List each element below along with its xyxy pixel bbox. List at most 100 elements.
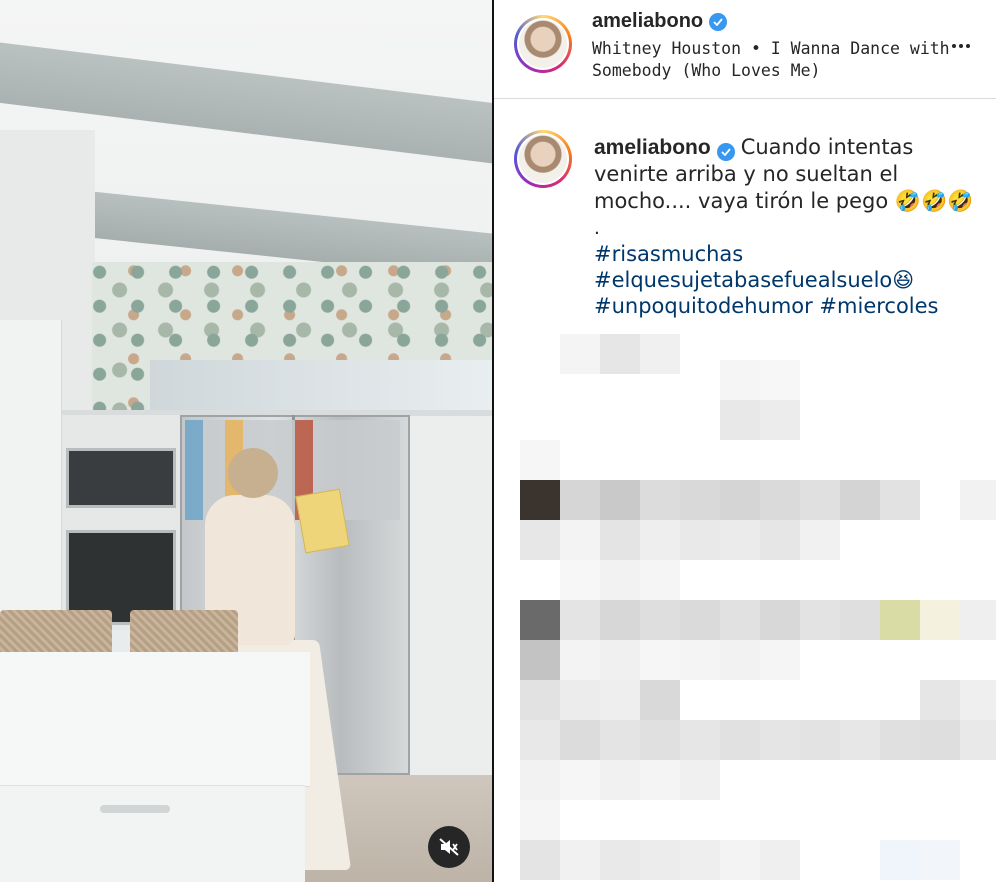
- pixelated-comment-block: [760, 720, 800, 760]
- pixelated-comment-block: [640, 760, 680, 800]
- video-frame-cabinet: [0, 320, 62, 620]
- pixelated-comment-block: [760, 480, 800, 520]
- pixelated-comment-block: [720, 840, 760, 880]
- pixelated-comment-block: [520, 600, 560, 640]
- pixelated-comment-block: [640, 480, 680, 520]
- pixelated-comment-block: [600, 760, 640, 800]
- pixelated-comment-block: [520, 640, 560, 680]
- hashtag-link[interactable]: #risasmuchas: [594, 241, 974, 267]
- more-options-icon: [952, 44, 956, 48]
- pixelated-comment-block: [640, 334, 680, 374]
- pixelated-comment-block: [720, 720, 760, 760]
- hashtag-link[interactable]: #unpoquitodehumor #miercoles: [594, 293, 974, 319]
- pixelated-comment-block: [520, 760, 560, 800]
- pixelated-comment-block: [560, 760, 600, 800]
- pixelated-comment-block: [760, 640, 800, 680]
- pixelated-comment-block: [880, 720, 920, 760]
- pixelated-comment-block: [680, 760, 720, 800]
- pixelated-comment-block: [880, 600, 920, 640]
- pixelated-comment-block: [880, 480, 920, 520]
- video-player[interactable]: [0, 0, 493, 882]
- pixelated-comments: [494, 330, 996, 882]
- pixelated-comment-block: [520, 720, 560, 760]
- video-frame-window: [150, 360, 493, 412]
- pixelated-comment-block: [800, 480, 840, 520]
- video-frame-cabinet-right: [410, 416, 493, 776]
- pixelated-comment-block: [760, 360, 800, 400]
- pixelated-comment-block: [680, 600, 720, 640]
- pixelated-comment-block: [920, 840, 960, 880]
- more-options-button[interactable]: [946, 34, 976, 58]
- header-user: ameliabono: [592, 10, 728, 33]
- pixelated-comment-block: [960, 600, 996, 640]
- avatar[interactable]: [514, 15, 572, 73]
- caption-text-block: ameliabono Cuando intentas venirte arriba…: [594, 134, 974, 319]
- pixelated-comment-block: [920, 600, 960, 640]
- pixelated-comment-block: [720, 400, 760, 440]
- pixelated-comment-block: [560, 480, 600, 520]
- pixelated-comment-block: [720, 360, 760, 400]
- pixelated-comment-block: [520, 800, 560, 840]
- pixelated-comment-block: [720, 480, 760, 520]
- pixelated-comment-block: [960, 480, 996, 520]
- pixelated-comment-block: [680, 720, 720, 760]
- pixelated-comment-block: [680, 480, 720, 520]
- pixelated-comment-block: [560, 640, 600, 680]
- video-frame-microwave: [66, 448, 176, 508]
- pixelated-comment-block: [600, 840, 640, 880]
- pixelated-comment-block: [800, 720, 840, 760]
- pixelated-comment-block: [640, 720, 680, 760]
- pixelated-comment-block: [520, 680, 560, 720]
- pixelated-comment-block: [600, 560, 640, 600]
- pixelated-comment-block: [680, 840, 720, 880]
- pixelated-comment-block: [920, 680, 960, 720]
- pixelated-comment-block: [720, 520, 760, 560]
- music-link[interactable]: Whitney Houston • I Wanna Dance with Som…: [592, 38, 952, 82]
- pixelated-comment-block: [640, 680, 680, 720]
- pixelated-comment-block: [560, 840, 600, 880]
- verified-badge-icon: [716, 143, 735, 161]
- post-panel: ameliabono Whitney Houston • I Wanna Dan…: [494, 0, 996, 882]
- pixelated-comment-block: [960, 680, 996, 720]
- username-link[interactable]: ameliabono: [592, 10, 703, 33]
- pixelated-comment-block: [600, 334, 640, 374]
- caption-separator: .: [594, 216, 600, 239]
- pixelated-comment-block: [840, 720, 880, 760]
- post-header: ameliabono Whitney Houston • I Wanna Dan…: [494, 0, 996, 99]
- pixelated-comment-block: [800, 520, 840, 560]
- video-frame-island: [0, 785, 305, 882]
- pixelated-comment-block: [720, 600, 760, 640]
- pixelated-comment-block: [520, 520, 560, 560]
- pixelated-comment-block: [880, 840, 920, 880]
- pixelated-comment-block: [760, 400, 800, 440]
- hashtag-link[interactable]: #elquesujetabasefuealsuelo😆: [594, 267, 974, 293]
- pixelated-comment-block: [840, 480, 880, 520]
- pixelated-comment-block: [760, 600, 800, 640]
- mute-button[interactable]: [428, 826, 470, 868]
- pixelated-comment-block: [840, 600, 880, 640]
- pixelated-comment-block: [600, 640, 640, 680]
- pixelated-comment-block: [760, 840, 800, 880]
- pixelated-comment-block: [800, 600, 840, 640]
- pixelated-comment-block: [520, 440, 560, 480]
- pixelated-comment-block: [680, 640, 720, 680]
- pixelated-comment-block: [640, 600, 680, 640]
- pixelated-comment-block: [640, 840, 680, 880]
- pixelated-comment-block: [520, 840, 560, 880]
- video-frame-chair: [0, 610, 112, 654]
- video-frame-person: [228, 448, 278, 498]
- pixelated-comment-block: [920, 720, 960, 760]
- pixelated-comment-block: [600, 480, 640, 520]
- pixelated-comment-block: [600, 520, 640, 560]
- pixelated-comment-block: [600, 680, 640, 720]
- video-frame-handle: [100, 805, 170, 813]
- pixelated-comment-block: [640, 560, 680, 600]
- pixelated-comment-block: [560, 680, 600, 720]
- avatar[interactable]: [514, 130, 572, 188]
- pixelated-comment-block: [640, 520, 680, 560]
- video-frame-counter: [0, 652, 310, 787]
- pixelated-comment-block: [560, 560, 600, 600]
- caption-username-link[interactable]: ameliabono: [594, 136, 711, 159]
- video-frame-chair: [130, 610, 238, 654]
- verified-badge-icon: [709, 12, 728, 31]
